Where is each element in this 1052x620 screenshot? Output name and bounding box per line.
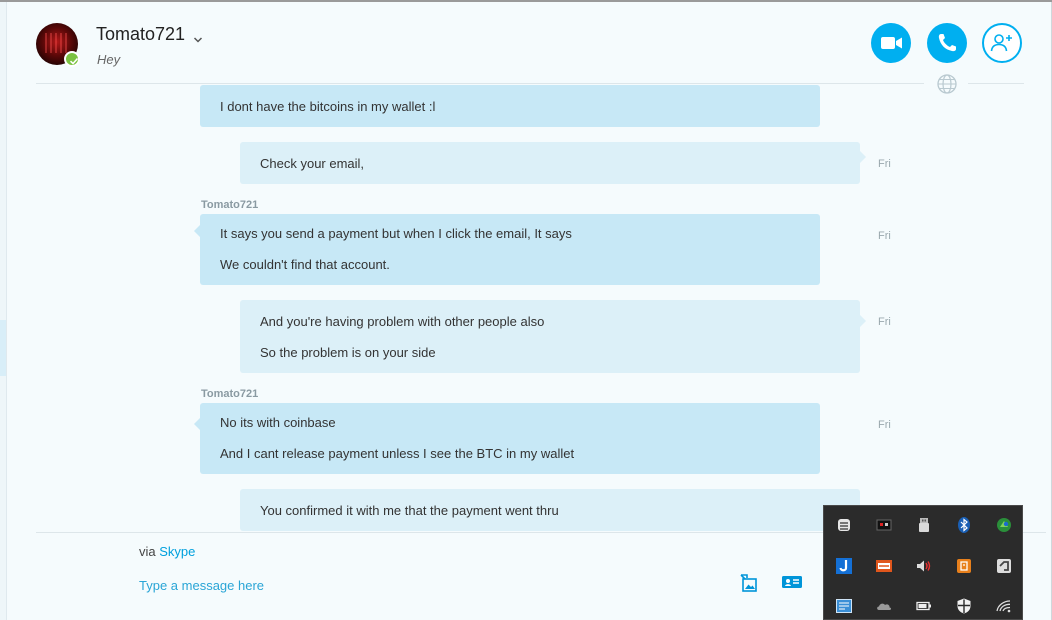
add-people-button[interactable]: [982, 23, 1022, 63]
audio-call-button[interactable]: [927, 23, 967, 63]
message-sender: Tomato721: [201, 199, 259, 211]
message-text: And I cant release payment unless I see …: [220, 446, 575, 461]
message-text: I dont have the bitcoins in my wallet :l: [220, 99, 436, 114]
add-person-icon: [990, 34, 1012, 52]
left-sidebar-edge: [0, 2, 7, 620]
window-top-border: [0, 0, 1052, 2]
header-divider-right: [968, 83, 1024, 84]
blue-j-app-icon[interactable]: [835, 557, 853, 575]
message-bubble-outgoing: Check your email,: [240, 142, 866, 184]
message-text: We couldn't find that account.: [220, 257, 390, 272]
via-prefix: via: [139, 544, 156, 559]
battery-icon[interactable]: [915, 597, 933, 615]
system-tray-popup: [823, 505, 1023, 620]
message-text: You confirmed it with me that the paymen…: [260, 503, 559, 518]
message-timestamp: Fri: [878, 419, 891, 431]
wifi-icon[interactable]: [995, 597, 1013, 615]
message-timestamp: Fri: [878, 158, 891, 170]
green-app-icon[interactable]: [995, 516, 1013, 534]
send-media-icon[interactable]: [738, 572, 760, 598]
monitor-app-icon[interactable]: [835, 597, 853, 615]
grey-app-icon[interactable]: [995, 557, 1013, 575]
volume-icon[interactable]: [915, 557, 933, 575]
message-text: And you're having problem with other peo…: [260, 314, 545, 329]
phone-icon: [938, 34, 956, 52]
message-bubble-outgoing: You confirmed it with me that the paymen…: [240, 489, 860, 531]
chevron-down-icon[interactable]: [193, 29, 203, 48]
message-timestamp: Fri: [878, 230, 891, 242]
video-call-button[interactable]: [871, 23, 911, 63]
message-bubble-incoming: It says you send a payment but when I cl…: [194, 214, 820, 285]
contact-mood: Hey: [97, 52, 121, 67]
shield-icon[interactable]: [955, 597, 973, 615]
contact-name[interactable]: Tomato721: [96, 24, 185, 45]
bluetooth-icon[interactable]: [955, 516, 973, 534]
message-bubble-outgoing: And you're having problem with other peo…: [240, 300, 866, 373]
message-bubble-incoming: No its with coinbase And I cant release …: [194, 403, 820, 474]
message-text: No its with coinbase: [220, 415, 336, 430]
stack-app-icon[interactable]: [835, 516, 853, 534]
message-text: Check your email,: [260, 156, 365, 171]
usb-drive-icon[interactable]: [915, 516, 933, 534]
contact-card-icon[interactable]: [781, 574, 803, 594]
orange-app-icon[interactable]: [955, 557, 973, 575]
globe-icon[interactable]: [936, 73, 958, 99]
onedrive-cloud-icon[interactable]: [875, 597, 893, 615]
message-input[interactable]: [139, 574, 699, 596]
message-bubble-incoming: I dont have the bitcoins in my wallet :l: [200, 85, 820, 127]
via-label: via Skype: [139, 544, 195, 559]
terminal-app-icon[interactable]: [875, 516, 893, 534]
video-camera-icon: [881, 37, 902, 49]
message-text: It says you send a payment but when I cl…: [220, 226, 572, 241]
ccv-app-icon[interactable]: [875, 557, 893, 575]
message-sender: Tomato721: [201, 388, 259, 400]
left-sidebar-selection: [0, 320, 6, 376]
presence-online-icon: [64, 51, 80, 67]
message-text: So the problem is on your side: [260, 345, 436, 360]
message-timestamp: Fri: [878, 316, 891, 328]
header-divider: [36, 83, 924, 84]
via-skype-link[interactable]: Skype: [159, 544, 195, 559]
